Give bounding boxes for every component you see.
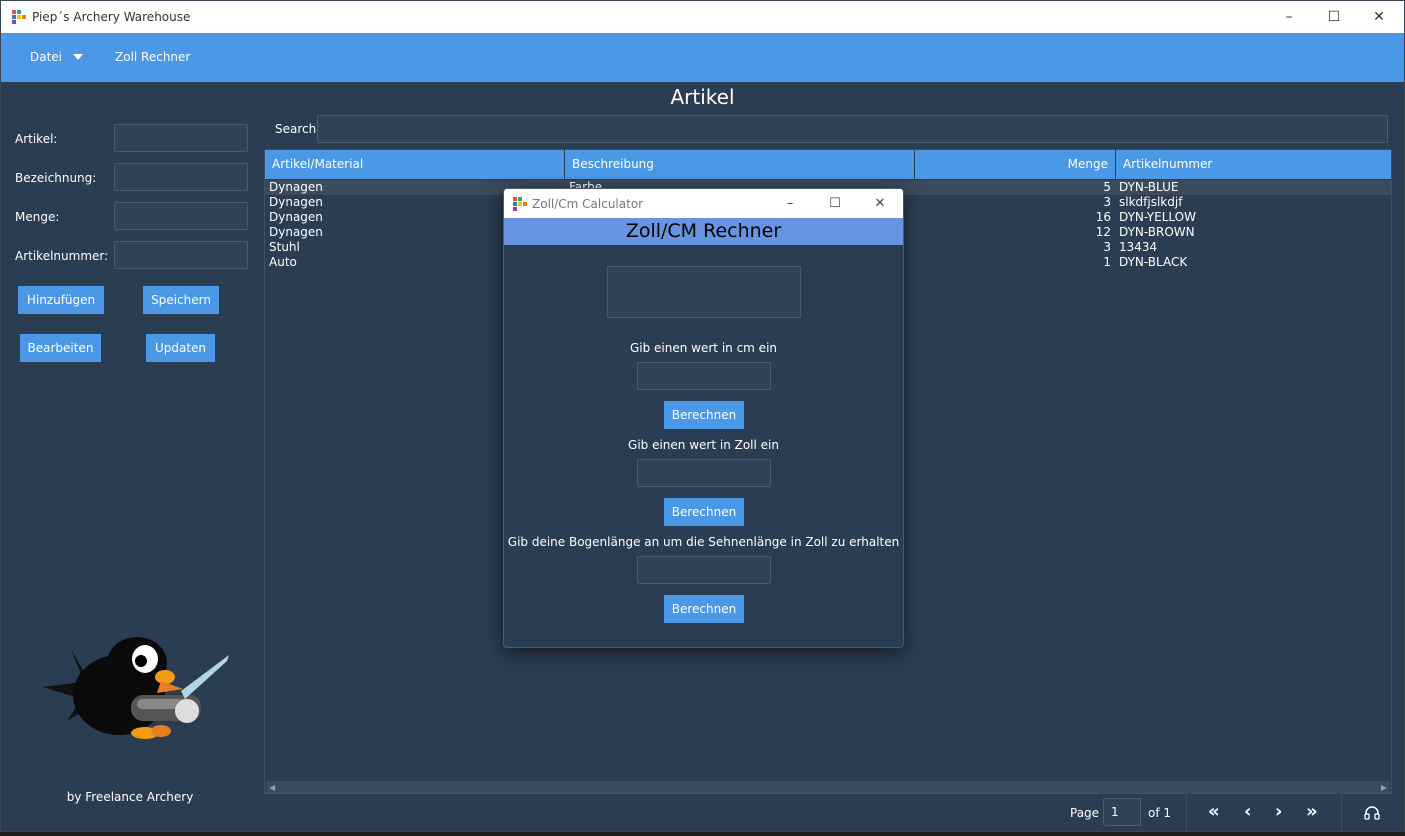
last-page-icon[interactable]: » [1306, 801, 1318, 822]
page-input[interactable]: 1 [1103, 798, 1141, 826]
cell-material: Auto [269, 255, 297, 269]
cell-material: Dynagen [269, 180, 323, 194]
cell-menge: 12 [1095, 225, 1111, 239]
cm-prompt: Gib einen wert in cm ein [629, 341, 778, 355]
artikelnummer-label: Artikelnummer: [15, 249, 109, 263]
result-display [607, 266, 801, 318]
dialog-heading: Zoll/CM Rechner [504, 218, 903, 245]
bow-length-input[interactable] [637, 556, 771, 584]
menge-label: Menge: [15, 210, 60, 224]
penguin-mascot-icon [43, 637, 229, 739]
cell-artikelnummer: 13434 [1119, 240, 1158, 254]
pager-divider [1186, 795, 1187, 831]
app-logo-icon [513, 197, 527, 211]
zoll-input[interactable] [637, 459, 771, 487]
column-header-menge[interactable]: Menge [915, 150, 1116, 179]
artikelnummer-input[interactable] [114, 241, 248, 269]
page-count: of 1 [1148, 806, 1172, 820]
cell-menge: 16 [1095, 210, 1111, 224]
app-logo-icon [12, 10, 26, 24]
credit-text: by Freelance Archery [66, 790, 194, 804]
prev-page-icon[interactable]: ‹ [1244, 801, 1251, 822]
scroll-left-icon[interactable]: ◀ [269, 783, 275, 792]
cell-menge: 5 [1103, 180, 1111, 194]
next-page-icon[interactable]: › [1275, 801, 1282, 822]
search-label: Search [275, 122, 317, 136]
menu-bar: Datei Zoll Rechner [1, 33, 1404, 82]
bezeichnung-input[interactable] [114, 163, 248, 191]
column-header-material[interactable]: Artikel/Material [265, 150, 565, 179]
minimize-button[interactable]: – [1266, 1, 1312, 33]
dialog-title-bar: Zoll/Cm Calculator – ☐ ✕ [504, 189, 903, 218]
cell-artikelnummer: DYN-BLACK [1119, 255, 1188, 269]
artikel-input[interactable] [114, 124, 248, 152]
column-header-artikelnummer[interactable]: Artikelnummer [1116, 150, 1391, 179]
dialog-minimize-button[interactable]: – [767, 189, 813, 218]
page-label: Page [1070, 806, 1100, 820]
cell-menge: 1 [1103, 255, 1111, 269]
add-button[interactable]: Hinzufügen [18, 286, 104, 314]
cell-material: Dynagen [269, 210, 323, 224]
menu-zoll-rechner[interactable]: Zoll Rechner [115, 50, 190, 64]
close-button[interactable]: ✕ [1356, 1, 1402, 33]
main-window: Piep´s Archery Warehouse – ☐ ✕ Datei Zol… [0, 0, 1405, 832]
dialog-maximize-button[interactable]: ☐ [812, 189, 858, 218]
horizontal-scrollbar[interactable]: ◀ ▶ [266, 781, 1390, 793]
menge-input[interactable] [114, 202, 248, 230]
menu-file[interactable]: Datei [30, 50, 62, 64]
dialog-close-button[interactable]: ✕ [857, 189, 903, 218]
title-bar: Piep´s Archery Warehouse – ☐ ✕ [1, 1, 1404, 33]
dialog-title: Zoll/Cm Calculator [532, 197, 644, 211]
bezeichnung-label: Bezeichnung: [15, 171, 97, 185]
save-button[interactable]: Speichern [143, 286, 219, 314]
bow-length-prompt: Gib deine Bogenlänge an um die Sehnenlän… [507, 535, 900, 549]
headset-icon[interactable] [1364, 806, 1380, 820]
window-title: Piep´s Archery Warehouse [32, 10, 191, 24]
calculate-zoll-button[interactable]: Berechnen [664, 498, 744, 526]
cell-artikelnummer: slkdfjslkdjf [1119, 195, 1183, 209]
first-page-icon[interactable]: « [1208, 801, 1220, 822]
calculate-cm-button[interactable]: Berechnen [664, 401, 744, 429]
calculate-string-length-button[interactable]: Berechnen [664, 595, 744, 623]
artikel-label: Artikel: [15, 132, 58, 146]
cell-material: Stuhl [269, 240, 300, 254]
cm-input[interactable] [637, 362, 771, 390]
cell-menge: 3 [1103, 195, 1111, 209]
edit-button[interactable]: Bearbeiten [20, 334, 101, 362]
pager-divider [1341, 795, 1342, 831]
table-header: Artikel/Material Beschreibung Menge Arti… [265, 150, 1391, 179]
zoll-prompt: Gib einen wert in Zoll ein [628, 438, 779, 452]
cell-material: Dynagen [269, 195, 323, 209]
cell-artikelnummer: DYN-BROWN [1119, 225, 1195, 239]
search-input[interactable] [317, 115, 1388, 143]
zoll-cm-calculator-dialog: Zoll/Cm Calculator – ☐ ✕ Zoll/CM Rechner… [503, 188, 904, 648]
cell-material: Dynagen [269, 225, 323, 239]
column-header-beschreibung[interactable]: Beschreibung [565, 150, 915, 179]
maximize-button[interactable]: ☐ [1311, 1, 1357, 33]
page-title: Artikel [670, 85, 735, 109]
cell-artikelnummer: DYN-BLUE [1119, 180, 1179, 194]
chevron-down-icon[interactable] [73, 54, 83, 60]
cell-artikelnummer: DYN-YELLOW [1119, 210, 1196, 224]
scroll-right-icon[interactable]: ▶ [1381, 783, 1387, 792]
cell-menge: 3 [1103, 240, 1111, 254]
update-button[interactable]: Updaten [146, 334, 215, 362]
